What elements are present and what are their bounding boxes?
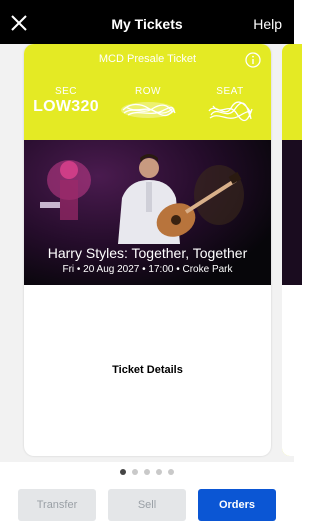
pager-dot-4[interactable] <box>156 469 162 475</box>
pager-dots <box>0 469 294 475</box>
row-redacted-scribble <box>121 102 176 118</box>
info-icon[interactable] <box>245 52 261 68</box>
transfer-button[interactable]: Transfer <box>18 489 96 521</box>
seat-block: SEAT <box>190 86 270 123</box>
seat-label: SEAT <box>216 86 244 97</box>
event-name: Harry Styles: Together, Together <box>47 245 248 261</box>
pager-dot-1[interactable] <box>120 469 126 475</box>
section-block: SEC LOW320 <box>26 86 106 116</box>
presale-label: MCD Presale Ticket <box>98 53 197 65</box>
section-label: SEC <box>54 86 78 97</box>
pager-dot-3[interactable] <box>144 469 150 475</box>
row-label: ROW <box>135 86 161 97</box>
ticket-card[interactable]: MCD Presale Ticket SEC LOW320 ROW SEAT H… <box>24 44 271 456</box>
next-ticket-card-peek[interactable] <box>282 44 302 456</box>
pager-dot-5[interactable] <box>168 469 174 475</box>
page-title: My Tickets <box>111 16 183 32</box>
help-link[interactable]: Help <box>253 16 282 32</box>
next-card-image-strip <box>282 140 302 285</box>
event-meta: Fri • 20 Aug 2027 • 17:00 • Croke Park <box>62 264 233 275</box>
action-bar: Transfer Sell Orders <box>0 489 294 522</box>
ticket-details-link[interactable]: Ticket Details <box>24 364 271 376</box>
pager-dot-2[interactable] <box>132 469 138 475</box>
seat-redacted-scribble <box>208 101 253 122</box>
row-block: ROW <box>108 86 188 121</box>
event-image: Harry Styles: Together, Together Fri • 2… <box>24 140 271 285</box>
section-value: LOW320 <box>33 98 99 115</box>
ticket-header: MCD Presale Ticket SEC LOW320 ROW SEAT <box>24 44 271 140</box>
orders-button[interactable]: Orders <box>198 489 276 521</box>
sell-button[interactable]: Sell <box>108 489 186 521</box>
next-card-body <box>282 285 302 456</box>
top-bar: My Tickets Help <box>0 0 294 44</box>
